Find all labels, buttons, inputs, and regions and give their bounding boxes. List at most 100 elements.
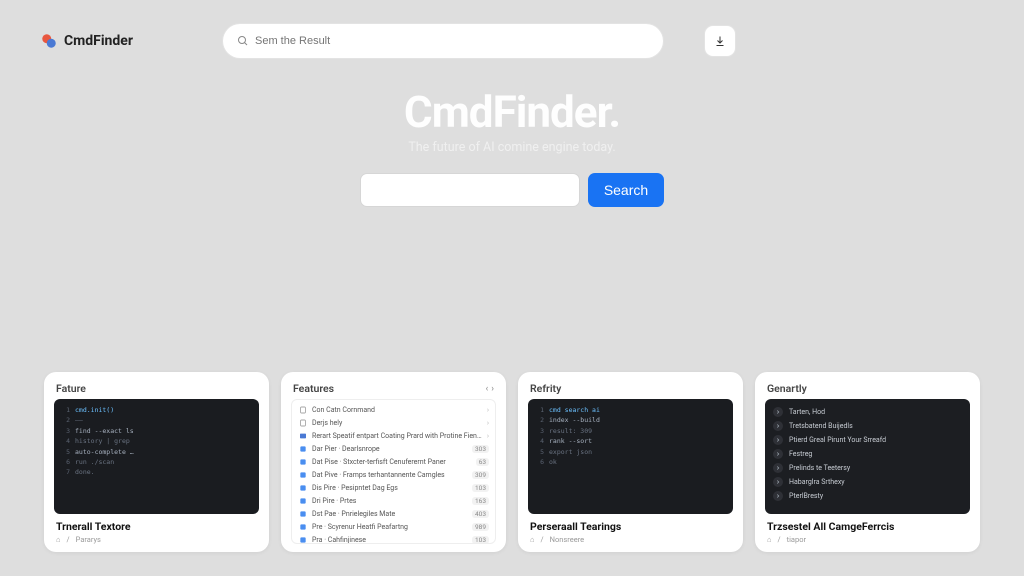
list-item[interactable]: Habarglra Srthexy (773, 475, 962, 489)
card-head: Genartly (765, 382, 970, 399)
card-caption: Trzsestel All CamgeFerrcis (765, 514, 970, 533)
bullet-icon (773, 421, 783, 431)
card-footer: ⌂/Pararys (54, 533, 259, 544)
list-item[interactable]: Dat Pive · Framps terhantannente Camgles… (292, 468, 495, 481)
item-badge: 103 (472, 536, 489, 544)
card-head: Features ‹ › (291, 382, 496, 399)
card-caption: Perseraall Tearings (528, 514, 733, 533)
item-label: Pre · Scyrenur Heatfi Peafartng (312, 523, 468, 531)
brand-logo-icon (40, 32, 58, 50)
top-search-input[interactable] (255, 35, 649, 47)
list-item[interactable]: Prelinds te Teetersy (773, 461, 962, 475)
feature-card-2[interactable]: Features ‹ › Con Catn Cornmand›Derjs hel… (281, 372, 506, 552)
cards-row: Fature 1cmd.init()2——3find --exact ls4hi… (0, 372, 1024, 552)
item-label: Dat Pise · Stxcter-terfisft Cenuferernt … (312, 458, 472, 466)
item-badge: 63 (476, 458, 489, 466)
list-item[interactable]: Pre · Scyrenur Heatfi Peafartng 989 (292, 520, 495, 533)
item-icon (298, 496, 308, 506)
code-line: 1cmd search ai (536, 405, 725, 415)
card-footer: ⌂/tiapor (765, 533, 970, 544)
chevron-right-icon[interactable]: › (491, 384, 494, 394)
list-item[interactable]: Derjs hely › (292, 416, 495, 429)
hero-search-input[interactable] (360, 173, 580, 207)
chevron-left-icon[interactable]: ‹ (485, 384, 488, 394)
item-label: Rerart Speatif entpart Coating Prard wit… (312, 432, 483, 440)
item-icon (298, 522, 308, 532)
bullet-icon (773, 463, 783, 473)
chevron-right-icon: › (487, 419, 489, 427)
terminal-preview: 1cmd.init()2——3find --exact ls4history |… (54, 399, 259, 514)
brand[interactable]: CmdFinder (40, 32, 133, 50)
bullet-icon (773, 435, 783, 445)
item-badge: 989 (472, 523, 489, 531)
list-item[interactable]: Dar Pier · Dearlsnrope303 (292, 442, 495, 455)
bullet-icon (773, 449, 783, 459)
list-item[interactable]: Dis Pire · Pesipntet Dag Egs103 (292, 481, 495, 494)
code-line: 5export json (536, 447, 725, 457)
code-line: 4history | grep (62, 436, 251, 446)
list-item[interactable]: PterlBresty (773, 489, 962, 503)
list-item[interactable]: Rerart Speatif entpart Coating Prard wit… (292, 429, 495, 442)
top-search-bar[interactable] (223, 24, 663, 58)
list-item[interactable]: Pra · Cahfinjinese 103 (292, 533, 495, 544)
card-caption: Trnerall Textore (54, 514, 259, 533)
item-icon (298, 470, 308, 480)
hero-title: CmdFinder. (0, 86, 1024, 138)
card-nav[interactable]: ‹ › (485, 384, 494, 394)
item-label: Derjs hely (312, 419, 483, 427)
item-label: Dar Pier · Dearlsnrope (312, 445, 468, 453)
feature-card-4[interactable]: Genartly Tarten, Hod Tretsbatend Buijedls… (755, 372, 980, 552)
hero-subtitle: The future of AI comine engine today. (0, 140, 1024, 155)
chevron-right-icon: › (487, 406, 489, 414)
bullet-icon (773, 491, 783, 501)
item-icon (298, 431, 308, 441)
code-line: 2—— (62, 415, 251, 425)
item-badge: 163 (472, 497, 489, 505)
hero-search-row: Search (0, 173, 1024, 207)
item-label: Ptierd Greal Pirunt Your Srreafd (789, 436, 886, 444)
list-item[interactable]: Festreg (773, 447, 962, 461)
dark-list-preview: Tarten, Hod Tretsbatend Buijedls Ptierd Gr… (765, 399, 970, 514)
item-label: Dst Pae · Pnrielegiles Mate (312, 510, 468, 518)
card-footer: ⌂/Nonsreere (528, 533, 733, 544)
card-head: Fature (54, 382, 259, 399)
code-line: 6run ./scan (62, 457, 251, 467)
item-label: Pra · Cahfinjinese (312, 536, 468, 544)
bullet-icon (773, 407, 783, 417)
code-line: 6ok (536, 457, 725, 467)
item-label: Tarten, Hod (789, 408, 825, 416)
code-line: 3result: 309 (536, 426, 725, 436)
bullet-icon (773, 477, 783, 487)
code-line: 1cmd.init() (62, 405, 251, 415)
feature-card-3[interactable]: Refrity 1cmd search ai2index --build3res… (518, 372, 743, 552)
hero-search-button[interactable]: Search (588, 173, 664, 207)
list-item[interactable]: Tarten, Hod (773, 405, 962, 419)
item-badge: 403 (472, 510, 489, 518)
item-icon (298, 418, 308, 428)
item-label: Dat Pive · Framps terhantannente Camgles (312, 471, 468, 479)
code-line: 3find --exact ls (62, 426, 251, 436)
item-label: Con Catn Cornmand (312, 406, 483, 414)
code-line: 4rank --sort (536, 436, 725, 446)
feature-card-1[interactable]: Fature 1cmd.init()2——3find --exact ls4hi… (44, 372, 269, 552)
list-item[interactable]: Con Catn Cornmand › (292, 403, 495, 416)
item-icon (298, 444, 308, 454)
item-icon (298, 483, 308, 493)
code-line: 5auto-complete … (62, 447, 251, 457)
code-line: 2index --build (536, 415, 725, 425)
list-item[interactable]: Ptierd Greal Pirunt Your Srreafd (773, 433, 962, 447)
list-item[interactable]: Dst Pae · Pnrielegiles Mate 403 (292, 507, 495, 520)
list-item[interactable]: Dat Pise · Stxcter-terfisft Cenuferernt … (292, 455, 495, 468)
item-icon (298, 509, 308, 519)
item-label: Dis Pire · Pesipntet Dag Egs (312, 484, 468, 492)
list-item[interactable]: Dri Pire · Prtes163 (292, 494, 495, 507)
download-button[interactable] (705, 26, 735, 56)
item-label: Tretsbatend Buijedls (789, 422, 853, 430)
list-item[interactable]: Tretsbatend Buijedls (773, 419, 962, 433)
download-icon (714, 35, 726, 47)
hero: CmdFinder. The future of AI comine engin… (0, 86, 1024, 207)
code-line: 7done. (62, 467, 251, 477)
chevron-right-icon: › (487, 432, 489, 440)
terminal-preview: 1cmd search ai2index --build3result: 309… (528, 399, 733, 514)
item-icon (298, 405, 308, 415)
